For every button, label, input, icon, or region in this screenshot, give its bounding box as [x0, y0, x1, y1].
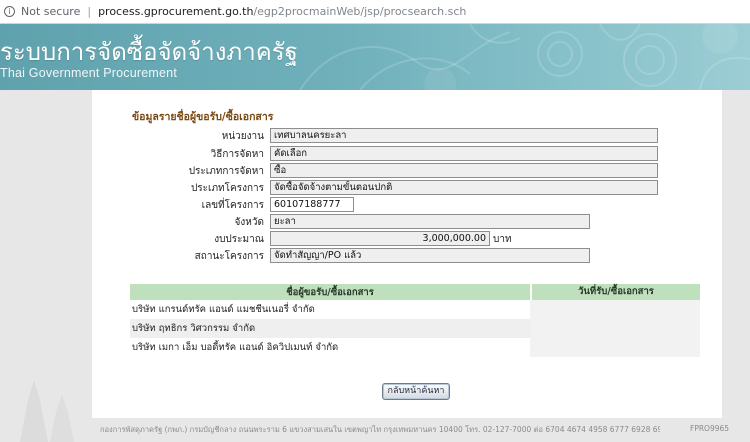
url-host[interactable]: process.gprocurement.go.th — [98, 5, 253, 18]
budget-unit: บาท — [493, 234, 512, 245]
budget-field: 3,000,000.00 — [270, 231, 490, 246]
background-decoration — [20, 380, 74, 442]
status-field: จัดทำสัญญา/PO แล้ว — [270, 248, 590, 263]
section-title: ข้อมูลรายชื่อผู้ขอรับ/ซื้อเอกสาร — [132, 111, 274, 123]
footer-page-code: FPRO9965 — [690, 424, 730, 433]
requester-name: บริษัท แกรนด์ทรัค แอนด์ แมชชีนเนอรี่ จำก… — [132, 304, 315, 315]
document-requesters-table: ชื่อผู้ขอรับ/ซื้อเอกสาร วันที่รับ/ซื้อเอ… — [130, 284, 700, 357]
form-row-method: วิธีการจัดหา คัดเลือก — [92, 146, 658, 161]
requester-date — [530, 338, 700, 357]
url-path[interactable]: /egp2procmainWeb/jsp/procsearch.sch — [253, 5, 466, 18]
table-row: บริษัท ฤทธิกร วิศวกรรม จำกัด — [130, 319, 700, 338]
content-panel: ข้อมูลรายชื่อผู้ขอรับ/ซื้อเอกสาร หน่วยงา… — [92, 90, 722, 418]
site-banner: ระบบการจัดซื้อจัดจ้างภาครัฐ Thai Governm… — [0, 24, 750, 90]
project-number-label: เลขที่โครงการ — [201, 200, 264, 211]
project-number-field: 60107188777 — [270, 197, 354, 212]
agency-label: หน่วยงาน — [221, 131, 264, 142]
column-header-name: ชื่อผู้ขอรับ/ซื้อเอกสาร — [286, 286, 374, 298]
form-row-agency: หน่วยงาน เทศบาลนครยะลา — [92, 128, 658, 143]
method-field: คัดเลือก — [270, 146, 658, 161]
table-header: ชื่อผู้ขอรับ/ซื้อเอกสาร วันที่รับ/ซื้อเอ… — [130, 284, 700, 300]
footer-address: กองการพัสดุภาครัฐ (กพภ.) กรมบัญชีกลาง ถน… — [100, 425, 660, 434]
procurement-type-field: ซื้อ — [270, 163, 658, 178]
browser-address-bar[interactable]: i Not secure | process.gprocurement.go.t… — [0, 0, 750, 24]
form-row-province: จังหวัด ยะลา — [92, 214, 652, 229]
form-row-status: สถานะโครงการ จัดทำสัญญา/PO แล้ว — [92, 248, 652, 263]
form-row-project-type: ประเภทโครงการ จัดซื้อจัดจ้างตามขั้นตอนปก… — [92, 180, 658, 195]
requester-date — [530, 319, 700, 338]
address-separator: | — [87, 5, 92, 18]
procurement-type-label: ประเภทการจัดหา — [188, 166, 264, 177]
form-row-procurement-type: ประเภทการจัดหา ซื้อ — [92, 163, 658, 178]
table-row: บริษัท แกรนด์ทรัค แอนด์ แมชชีนเนอรี่ จำก… — [130, 300, 700, 319]
requester-date — [530, 300, 700, 319]
province-field: ยะลา — [270, 214, 590, 229]
budget-label: งบประมาณ — [214, 234, 264, 245]
form-row-project-number: เลขที่โครงการ 60107188777 — [92, 197, 652, 212]
security-status: Not secure — [21, 5, 81, 18]
site-subtitle: Thai Government Procurement — [0, 66, 178, 80]
method-label: วิธีการจัดหา — [210, 149, 264, 160]
province-label: จังหวัด — [234, 217, 264, 228]
table-row: บริษัท เมกา เอ็ม บอดี้ทรัค แอนด์ อิควิปเ… — [130, 338, 700, 357]
info-icon[interactable]: i — [4, 6, 15, 17]
agency-field: เทศบาลนครยะลา — [270, 128, 658, 143]
form-row-budget: งบประมาณ 3,000,000.00 บาท — [92, 231, 652, 246]
requester-name: บริษัท ฤทธิกร วิศวกรรม จำกัด — [132, 323, 256, 334]
requester-name: บริษัท เมกา เอ็ม บอดี้ทรัค แอนด์ อิควิปเ… — [132, 342, 339, 353]
column-header-date: วันที่รับ/ซื้อเอกสาร — [530, 284, 700, 300]
back-to-search-button[interactable]: กลับหน้าค้นหา — [382, 383, 450, 400]
project-type-field: จัดซื้อจัดจ้างตามขั้นตอนปกติ — [270, 180, 658, 195]
status-label: สถานะโครงการ — [194, 251, 264, 262]
project-type-label: ประเภทโครงการ — [190, 183, 264, 194]
